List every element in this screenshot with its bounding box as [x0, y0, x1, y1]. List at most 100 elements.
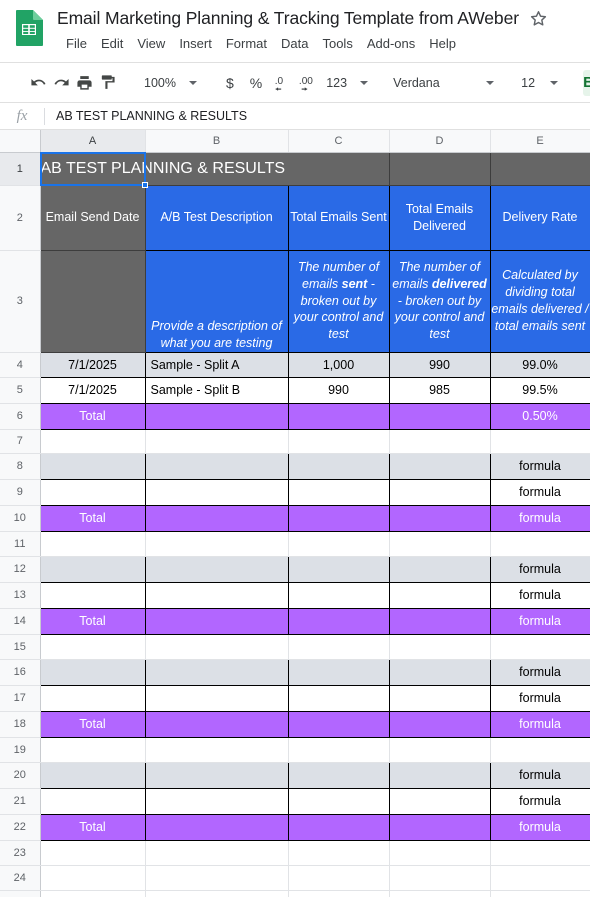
row-header-19[interactable]: 19 — [0, 737, 41, 763]
cell-e25[interactable] — [490, 890, 590, 897]
menu-edit[interactable]: Edit — [94, 34, 130, 53]
cell-e13[interactable]: formula — [489, 581, 590, 609]
cell-c10-total[interactable] — [287, 504, 390, 532]
cell-b11[interactable] — [145, 531, 289, 557]
row-header-23[interactable]: 23 — [0, 840, 41, 866]
cell-a22-total-label[interactable]: Total — [39, 813, 146, 841]
cell-b8[interactable] — [144, 452, 289, 480]
menu-view[interactable]: View — [130, 34, 172, 53]
cell-a24[interactable] — [40, 865, 146, 891]
cell-d12[interactable] — [388, 555, 491, 583]
decrease-decimal-button[interactable]: .0 — [272, 72, 294, 94]
menu-tools[interactable]: Tools — [315, 34, 359, 53]
cell-e5[interactable]: 99.5% — [489, 376, 590, 404]
cell-c8[interactable] — [287, 452, 390, 480]
star-outline-icon[interactable] — [529, 9, 548, 28]
cell-a4[interactable]: 7/1/2025 — [39, 351, 146, 378]
page-title[interactable]: Email Marketing Planning & Tracking Temp… — [57, 8, 519, 29]
bold-button[interactable]: B — [583, 69, 590, 96]
cell-c17[interactable] — [287, 684, 390, 712]
cell-d8[interactable] — [388, 452, 491, 480]
cell-b25[interactable] — [145, 890, 289, 897]
cell-d2-header[interactable]: Total Emails Delivered — [388, 184, 491, 251]
cell-a13[interactable] — [39, 581, 146, 609]
cell-c2-header[interactable]: Total Emails Sent — [287, 184, 390, 251]
row-header-8[interactable]: 8 — [0, 453, 41, 480]
row-header-13[interactable]: 13 — [0, 582, 41, 609]
increase-decimal-button[interactable]: .00 — [298, 72, 320, 94]
formula-input[interactable]: AB TEST PLANNING & RESULTS — [45, 109, 590, 123]
cell-c21[interactable] — [287, 787, 390, 815]
column-header-e[interactable]: E — [490, 130, 590, 153]
cell-a9[interactable] — [39, 478, 146, 506]
cell-b3-description[interactable]: Provide a description of what you are te… — [144, 249, 289, 353]
cell-c7[interactable] — [288, 429, 390, 454]
cell-c20[interactable] — [287, 761, 390, 789]
row-header-7[interactable]: 7 — [0, 429, 41, 454]
cell-e6-total[interactable]: 0.50% — [489, 402, 590, 430]
row-header-1[interactable]: 1 — [0, 152, 41, 186]
menu-format[interactable]: Format — [219, 34, 274, 53]
cell-d11[interactable] — [389, 531, 491, 557]
cell-a17[interactable] — [39, 684, 146, 712]
cell-e2-header[interactable]: Delivery Rate — [489, 184, 590, 251]
cell-e24[interactable] — [490, 865, 590, 891]
cell-d7[interactable] — [389, 429, 491, 454]
cell-c4[interactable]: 1,000 — [287, 351, 390, 378]
cell-e14-total[interactable]: formula — [489, 607, 590, 635]
cell-d14-total[interactable] — [388, 607, 491, 635]
cell-b14-total[interactable] — [144, 607, 289, 635]
cell-a18-total-label[interactable]: Total — [39, 710, 146, 738]
cell-d25[interactable] — [389, 890, 491, 897]
cell-d5[interactable]: 985 — [388, 376, 491, 404]
cell-a10-total-label[interactable]: Total — [39, 504, 146, 532]
menu-insert[interactable]: Insert — [172, 34, 219, 53]
cell-d18-total[interactable] — [388, 710, 491, 738]
cell-d19[interactable] — [389, 737, 491, 763]
cell-b16[interactable] — [144, 658, 289, 686]
row-header-11[interactable]: 11 — [0, 531, 41, 557]
cell-c3-description[interactable]: The number of emails sent - broken out b… — [287, 249, 390, 353]
cell-e8[interactable]: formula — [489, 452, 590, 480]
cell-e20[interactable]: formula — [489, 761, 590, 789]
cell-b4[interactable]: Sample - Split A — [144, 351, 289, 378]
cell-d17[interactable] — [388, 684, 491, 712]
cell-b24[interactable] — [145, 865, 289, 891]
cell-a3-description[interactable] — [39, 249, 146, 353]
cell-d22-total[interactable] — [388, 813, 491, 841]
cell-e16[interactable]: formula — [489, 658, 590, 686]
cell-b19[interactable] — [145, 737, 289, 763]
cell-e10-total[interactable]: formula — [489, 504, 590, 532]
menu-data[interactable]: Data — [274, 34, 315, 53]
cell-a1-title[interactable]: AB TEST PLANNING & RESULTS — [40, 152, 390, 186]
zoom-control[interactable]: 100% — [140, 72, 200, 94]
cell-e17[interactable]: formula — [489, 684, 590, 712]
cell-b15[interactable] — [145, 634, 289, 660]
cell-e4[interactable]: 99.0% — [489, 351, 590, 378]
cell-b20[interactable] — [144, 761, 289, 789]
row-header-3[interactable]: 3 — [0, 250, 41, 353]
cell-c24[interactable] — [288, 865, 390, 891]
cell-a12[interactable] — [39, 555, 146, 583]
font-family-control[interactable]: Verdana — [389, 72, 497, 94]
cell-b5[interactable]: Sample - Split B — [144, 376, 289, 404]
cell-c6-total[interactable] — [287, 402, 390, 430]
row-header-15[interactable]: 15 — [0, 634, 41, 660]
cell-d16[interactable] — [388, 658, 491, 686]
row-header-20[interactable]: 20 — [0, 762, 41, 789]
cell-b2-header[interactable]: A/B Test Description — [144, 184, 289, 251]
cell-a25[interactable] — [40, 890, 146, 897]
cell-a21[interactable] — [39, 787, 146, 815]
cell-d1[interactable] — [389, 152, 491, 186]
cell-a7[interactable] — [40, 429, 146, 454]
row-header-10[interactable]: 10 — [0, 505, 41, 532]
cell-b13[interactable] — [144, 581, 289, 609]
row-header-9[interactable]: 9 — [0, 479, 41, 506]
cell-e18-total[interactable]: formula — [489, 710, 590, 738]
cell-c25[interactable] — [288, 890, 390, 897]
cell-d9[interactable] — [388, 478, 491, 506]
cell-a14-total-label[interactable]: Total — [39, 607, 146, 635]
cell-c11[interactable] — [288, 531, 390, 557]
row-header-24[interactable]: 24 — [0, 865, 41, 891]
cell-e1[interactable] — [490, 152, 590, 186]
